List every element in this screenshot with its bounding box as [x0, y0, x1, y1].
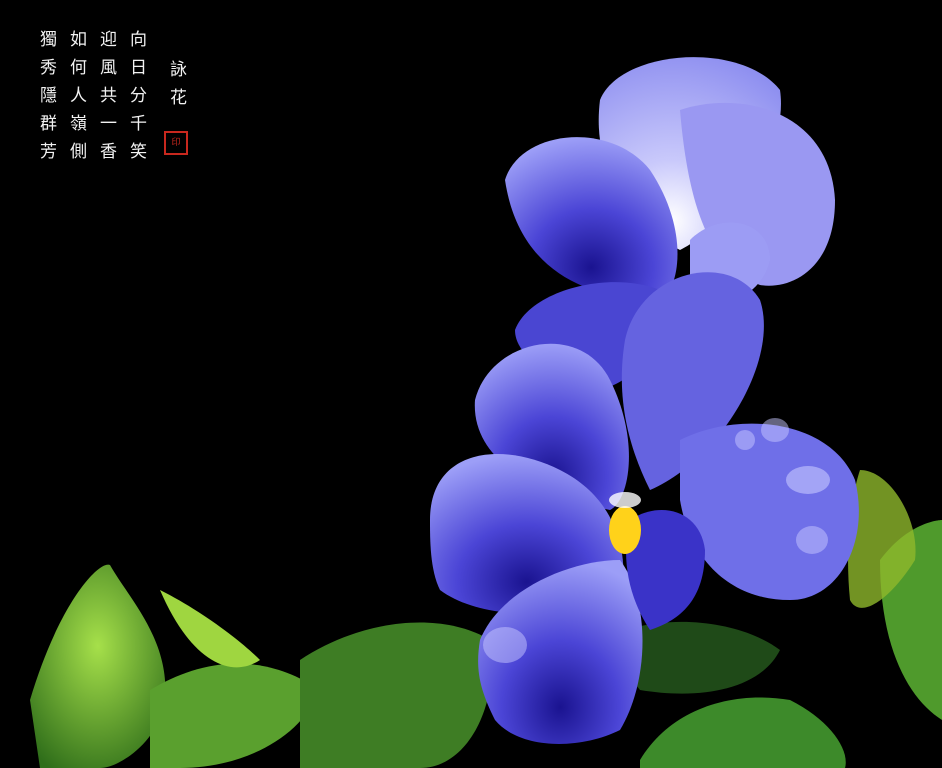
poem-line: 向日分千笑: [126, 30, 146, 170]
poem-line: 如何人嶺側: [66, 30, 86, 170]
poem-line: 獨秀隱群芳: [36, 30, 56, 170]
poem-line: 迎風共一香: [96, 30, 116, 170]
seal-text: 印: [171, 138, 181, 148]
red-seal-stamp: 印: [164, 131, 188, 155]
